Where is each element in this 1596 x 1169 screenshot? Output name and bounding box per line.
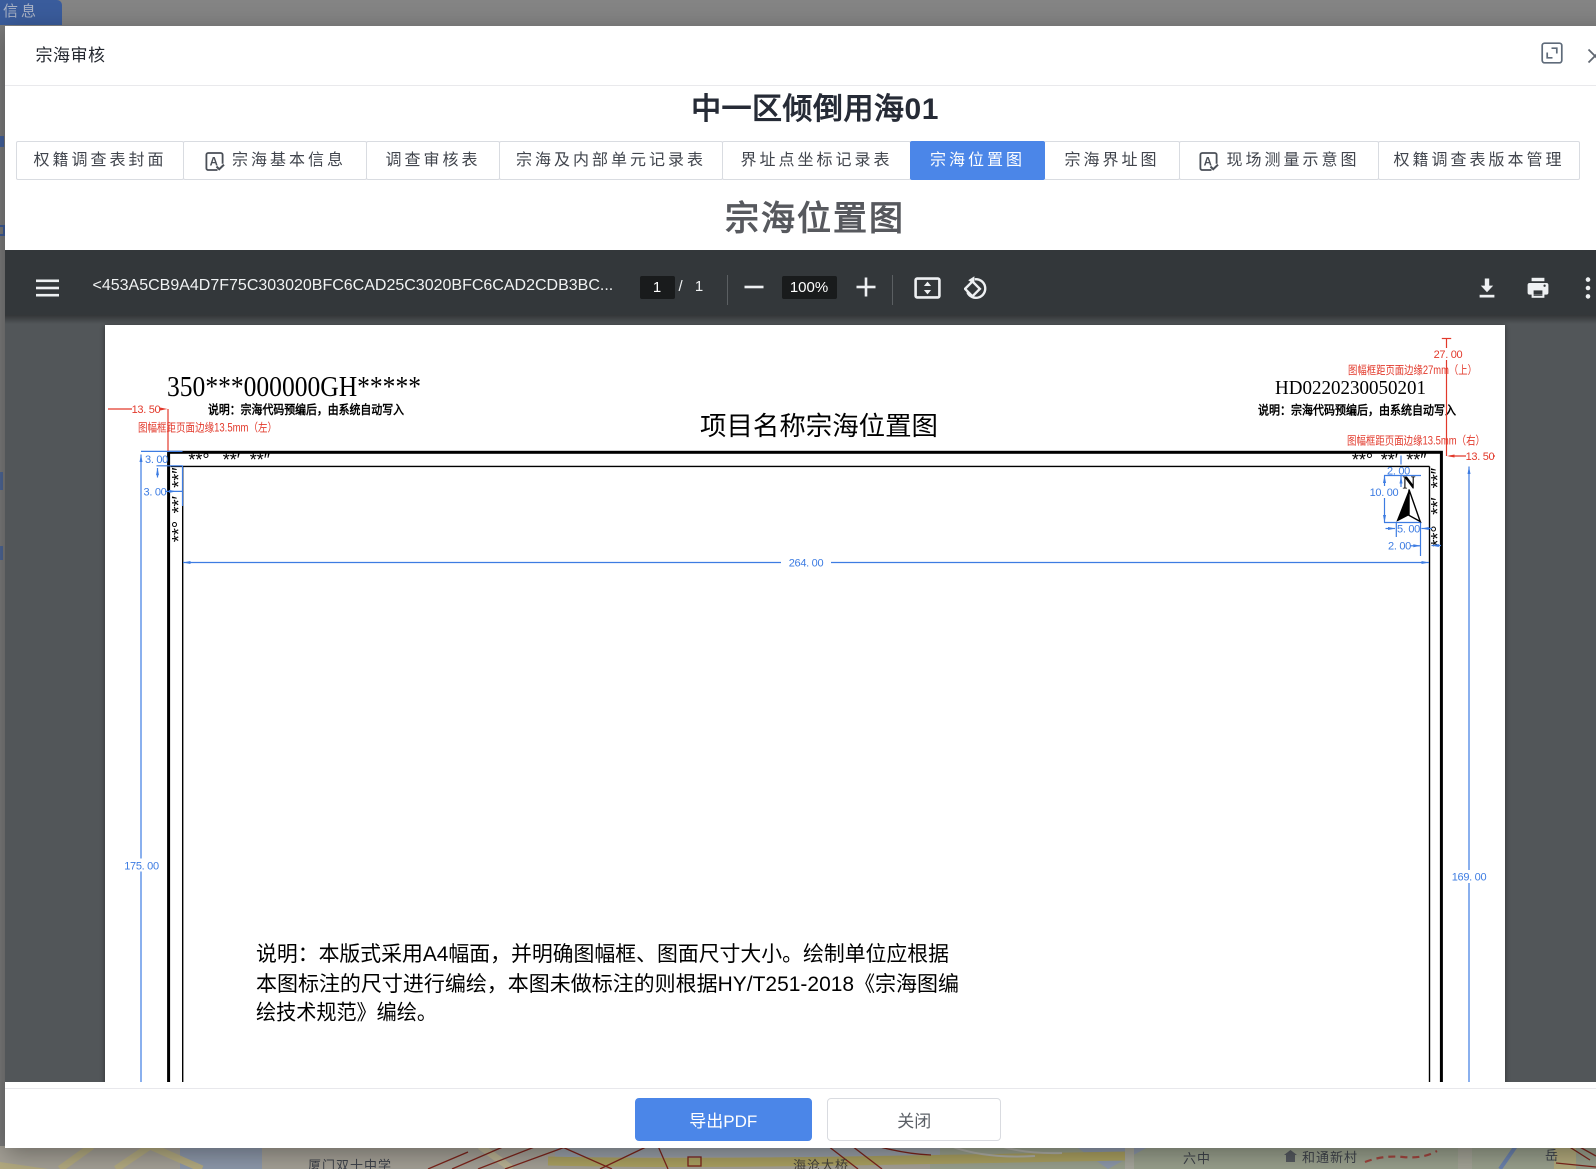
dim-height-left: 175. 00 xyxy=(124,860,159,872)
tick-label: **° xyxy=(169,520,189,541)
drawing-code-left: 350***000000GH***** xyxy=(167,371,421,403)
svg-text:A: A xyxy=(1204,156,1215,168)
dim-frame-width: 264. 00 xyxy=(789,557,824,569)
background-text-fragment xyxy=(0,472,3,490)
dialog-footer: 导出PDF 关闭 xyxy=(4,1087,1596,1148)
tab-boundary-map[interactable]: 宗海界址图 xyxy=(1044,141,1180,180)
dim-inset-left: 3. 00 xyxy=(144,486,167,498)
dim-top-margin: 27. 00 xyxy=(1434,349,1463,361)
more-options-button[interactable] xyxy=(1577,274,1596,302)
section-title: 宗海位置图 xyxy=(725,199,905,238)
dialog-header: 宗海审核 xyxy=(4,26,1596,86)
fit-page-icon xyxy=(914,277,941,299)
pdf-page: 350***000000GH***** 说明：宗海代码预编后，由系统自动写入 项… xyxy=(105,324,1505,1082)
map-label-six: 六中 xyxy=(1183,1151,1211,1166)
page-count: / 1 xyxy=(678,277,708,295)
page-number-input[interactable] xyxy=(639,276,675,299)
tick-label: **′ xyxy=(223,450,241,470)
download-icon xyxy=(1479,278,1494,298)
tick-label: **″ xyxy=(250,450,271,470)
dim-right-margin: 13. 50 xyxy=(1466,451,1495,463)
drawing-code-left-note: 说明：宗海代码预编后，由系统自动写入 xyxy=(208,402,404,417)
dialog-title: 宗海审核 xyxy=(35,46,106,65)
page-title: 中一区倾倒用海01 xyxy=(691,92,939,126)
dim-inset-top: 3. 00 xyxy=(145,454,168,466)
background-text-fragment xyxy=(0,136,4,147)
svg-text:A: A xyxy=(210,156,221,168)
pdf-viewer[interactable]: 350***000000GH***** 说明：宗海代码预编后，由系统自动写入 项… xyxy=(4,314,1596,1082)
tab-cover[interactable]: 权籍调查表封面 xyxy=(16,141,184,180)
tab-unit-record[interactable]: 宗海及内部单元记录表 xyxy=(499,141,723,180)
tab-survey-sketch[interactable]: A 现场测量示意图 xyxy=(1179,141,1379,180)
export-pdf-button[interactable]: 导出PDF xyxy=(634,1097,812,1141)
tick-label: **′ xyxy=(1428,496,1448,514)
tab-version-manage[interactable]: 权籍调查表版本管理 xyxy=(1378,141,1580,180)
rotate-button[interactable] xyxy=(959,274,995,302)
fullscreen-icon xyxy=(1540,42,1563,64)
zoom-out-button[interactable] xyxy=(738,275,770,299)
label-top-margin: 图幅框距页面边缘27mm（上） xyxy=(1348,363,1477,377)
maximize-button[interactable] xyxy=(1540,42,1563,64)
dim-north-right: 2. 00 xyxy=(1388,540,1411,552)
map-label-village: 和通新村 xyxy=(1302,1150,1358,1165)
kebab-menu-icon xyxy=(1585,277,1590,299)
background-map: 厦门双十中学 海沧大桥 六中 和通新村 岳 xyxy=(0,1146,1596,1169)
zoom-level-input[interactable] xyxy=(781,276,837,299)
rotate-ccw-icon xyxy=(963,276,986,299)
close-button[interactable] xyxy=(1584,47,1596,69)
drawing-code-right-note: 说明：宗海代码预编后，由系统自动写入 xyxy=(1258,402,1456,417)
dim-north-height: 10. 00 xyxy=(1370,487,1399,499)
location-map-drawing-svg: 350***000000GH***** 说明：宗海代码预编后，由系统自动写入 项… xyxy=(108,337,1495,1082)
background-nav-tab-info: 信息 xyxy=(0,0,62,25)
note-line2: 本图标注的尺寸进行编绘，本图未做标注的则根据HY/T251-2018《宗海图编 xyxy=(256,973,959,996)
pdf-embed: <453A5CB9A4D7F75C303020BFC6CAD25C3020BFC… xyxy=(4,249,1596,1082)
dim-height-right: 169. 00 xyxy=(1452,871,1487,883)
zoom-in-button[interactable] xyxy=(850,275,882,299)
pdf-toolbar: <453A5CB9A4D7F75C303020BFC6CAD25C3020BFC… xyxy=(4,249,1596,315)
toolbar-shadow xyxy=(4,314,1596,324)
tick-label: **″ xyxy=(1428,467,1448,488)
pdf-filename: <453A5CB9A4D7F75C303020BFC6CAD25C3020BFC… xyxy=(92,277,614,294)
tab-basic-info[interactable]: A 宗海基本信息 xyxy=(183,141,367,180)
map-label-school: 厦门双十中学 xyxy=(308,1158,392,1169)
close-button[interactable]: 关闭 xyxy=(827,1097,1002,1141)
note-line3: 绘技术规范》编绘。 xyxy=(256,1001,437,1024)
toolbar-divider xyxy=(891,274,893,305)
tick-label: **″ xyxy=(169,466,189,487)
tab-location-map[interactable]: 宗海位置图 xyxy=(910,141,1045,180)
sea-parcel-review-dialog: 宗海审核 中一区倾倒用海01 权籍调查表封面 A 宗海基本信息 调查审核表 宗海… xyxy=(4,25,1596,1148)
print-icon xyxy=(1527,277,1548,298)
tick-label: **° xyxy=(188,450,209,470)
map-label-bridge: 海沧大桥 xyxy=(793,1158,849,1169)
dim-north-width: 5. 00 xyxy=(1397,523,1420,535)
menu-button[interactable] xyxy=(35,277,60,299)
hamburger-icon xyxy=(35,279,59,296)
tab-boundary-coords[interactable]: 界址点坐标记录表 xyxy=(722,141,911,180)
drawing-title: 项目名称宗海位置图 xyxy=(700,412,938,441)
minus-icon xyxy=(744,285,763,289)
note-line1: 说明：本版式采用A4幅面，并明确图幅框、图面尺寸大小。绘制单位应根据 xyxy=(256,943,949,966)
map-label-yue: 岳 xyxy=(1545,1148,1559,1163)
plus-icon xyxy=(856,277,875,297)
tab-label: 现场测量示意图 xyxy=(1226,152,1360,169)
tick-label: **′ xyxy=(169,495,189,513)
doc-check-icon: A xyxy=(205,151,225,171)
fit-page-button[interactable] xyxy=(910,274,946,302)
tick-label: **° xyxy=(1352,450,1373,470)
tab-label: 宗海基本信息 xyxy=(231,152,346,169)
close-icon xyxy=(1587,48,1596,64)
dim-left-margin: 13. 50 xyxy=(132,404,161,416)
tab-review-form[interactable]: 调查审核表 xyxy=(366,141,500,180)
background-text-fragment xyxy=(0,546,3,560)
label-left-margin: 图幅框距页面边缘13.5mm（左） xyxy=(138,420,277,434)
toolbar-divider xyxy=(726,274,728,305)
doc-check-icon: A xyxy=(1199,151,1220,171)
tab-bar: 权籍调查表封面 A 宗海基本信息 调查审核表 宗海及内部单元记录表 界址点坐标记… xyxy=(16,141,1580,180)
print-button[interactable] xyxy=(1523,274,1553,302)
drawing-code-right: HD0220230050201 xyxy=(1275,377,1426,399)
label-right-margin: 图幅框距页面边缘13.5mm（右） xyxy=(1347,433,1485,447)
download-button[interactable] xyxy=(1472,274,1502,302)
